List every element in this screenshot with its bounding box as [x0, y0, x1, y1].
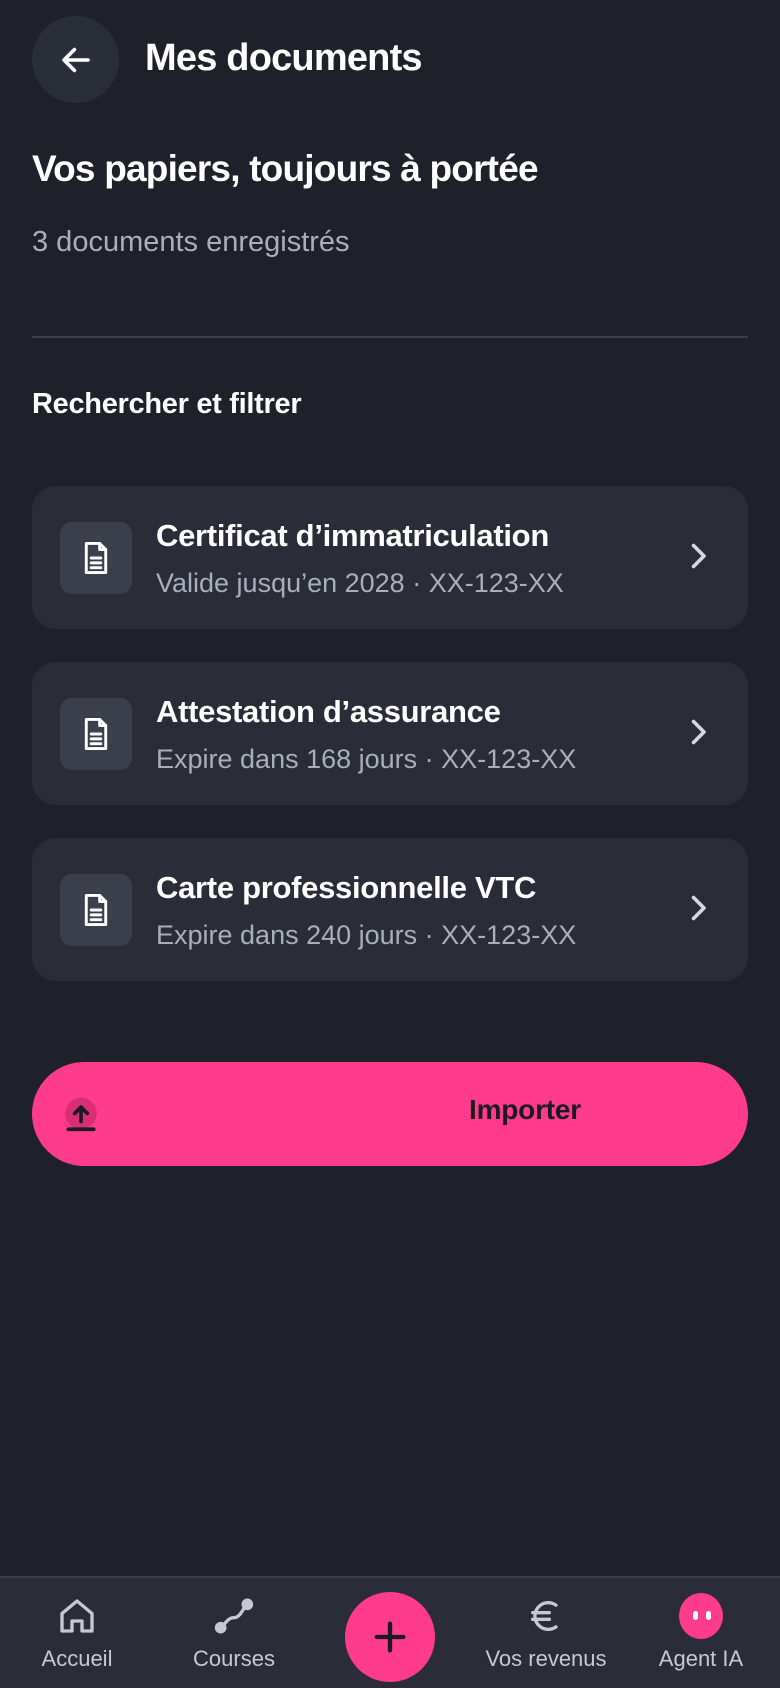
document-list: Certificat d’immatriculation Valide jusq…	[32, 486, 748, 1014]
nav-label: Accueil	[41, 1646, 113, 1671]
document-subtitle: Expire dans 240 jours · XX-123-XX	[156, 920, 577, 950]
chevron-right-icon	[678, 536, 718, 576]
plus-icon	[374, 1621, 406, 1653]
document-card-carte-vtc[interactable]: Carte professionnelle VTC Expire dans 24…	[32, 838, 748, 981]
nav-item-agent-ia[interactable]: Agent IA	[626, 1578, 776, 1688]
nav-label: Courses	[193, 1646, 275, 1671]
agent-icon	[679, 1593, 723, 1639]
search-filter-label[interactable]: Rechercher et filtrer	[32, 388, 302, 421]
document-subtitle: Expire dans 168 jours · XX-123-XX	[156, 744, 577, 774]
euro-icon	[524, 1594, 568, 1638]
nav-label: Agent IA	[658, 1646, 744, 1671]
import-label: Importer	[469, 1094, 581, 1125]
hero-title: Vos papiers, toujours à portée	[32, 148, 539, 189]
import-button[interactable]: Importer	[32, 1062, 748, 1166]
document-title: Carte professionnelle VTC	[156, 870, 537, 905]
document-title: Certificat d’immatriculation	[156, 518, 549, 553]
divider	[32, 336, 748, 338]
header: Mes documents	[0, 0, 780, 120]
document-title: Attestation d’assurance	[156, 694, 501, 729]
document-icon	[60, 874, 132, 946]
arrow-left-icon	[61, 47, 90, 72]
bottom-nav: Accueil Courses Vos revenus Agent IA	[0, 1576, 780, 1688]
documents-count: 3 documents enregistrés	[32, 226, 350, 258]
home-icon	[55, 1594, 99, 1638]
nav-item-vos-revenus[interactable]: Vos revenus	[471, 1578, 621, 1688]
route-icon	[212, 1594, 256, 1638]
documents-screen: Mes documents Vos papiers, toujours à po…	[0, 0, 780, 1688]
nav-label: Vos revenus	[485, 1646, 607, 1671]
back-button[interactable]	[32, 16, 119, 103]
chevron-right-icon	[678, 888, 718, 928]
chevron-right-icon	[678, 712, 718, 752]
document-card-assurance[interactable]: Attestation d’assurance Expire dans 168 …	[32, 662, 748, 805]
nav-item-accueil[interactable]: Accueil	[2, 1578, 152, 1688]
document-icon	[60, 698, 132, 770]
document-icon	[60, 522, 132, 594]
document-card-immatriculation[interactable]: Certificat d’immatriculation Valide jusq…	[32, 486, 748, 629]
document-subtitle: Valide jusqu’en 2028 · XX-123-XX	[156, 568, 564, 598]
add-button[interactable]	[345, 1592, 435, 1682]
page-title: Mes documents	[145, 37, 423, 79]
nav-item-courses[interactable]: Courses	[159, 1578, 309, 1688]
